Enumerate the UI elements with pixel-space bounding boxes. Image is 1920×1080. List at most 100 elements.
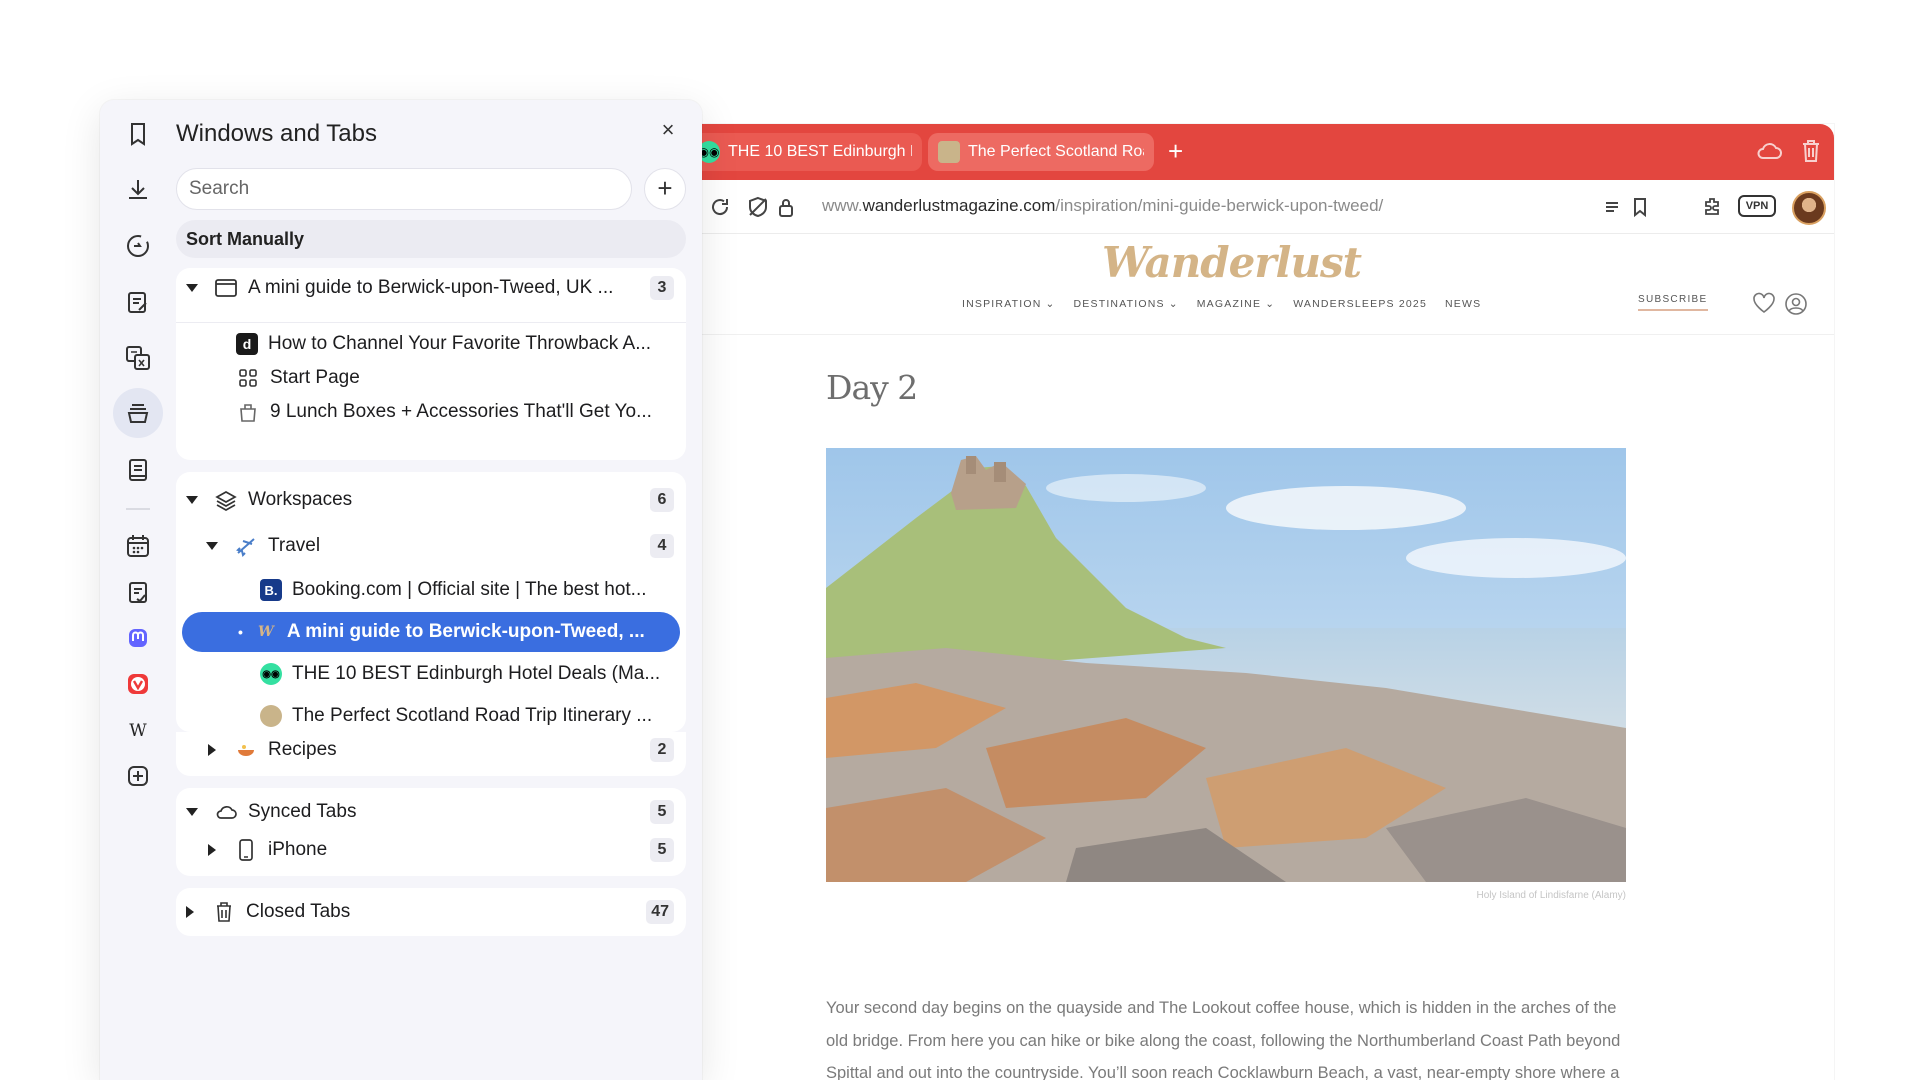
search-input[interactable] — [189, 178, 619, 200]
tab-item[interactable]: ◉◉ THE 10 BEST Edinburgh Hotel Deals (Ma… — [176, 654, 686, 694]
downloads-panel-icon[interactable] — [118, 170, 158, 210]
tab-scotland-road-trip[interactable]: The Perfect Scotland Roac — [928, 133, 1154, 171]
lock-icon[interactable] — [774, 195, 798, 219]
url-prefix: www. — [822, 196, 863, 215]
tab-item-label: 9 Lunch Boxes + Accessories That'll Get … — [270, 401, 652, 422]
scotland-landscape-icon — [938, 141, 960, 163]
tab-label: The Perfect Scotland Roac — [968, 143, 1144, 160]
trash-icon — [212, 900, 236, 924]
closed-tabs-label: Closed Tabs — [246, 901, 351, 922]
window-group-header[interactable]: A mini guide to Berwick-upon-Tweed, UK .… — [176, 268, 686, 308]
workspace-recipes-count: 2 — [650, 738, 674, 762]
heart-icon[interactable] — [1752, 292, 1776, 314]
wanderlust-icon: W — [258, 624, 274, 640]
new-tab-button[interactable]: + — [1168, 138, 1183, 164]
chevron-down-icon[interactable] — [186, 808, 198, 816]
address-bar: www.wanderlustmagazine.com/inspiration/m… — [692, 180, 1834, 234]
account-icon[interactable] — [1784, 292, 1808, 316]
chevron-down-icon[interactable] — [206, 542, 218, 550]
vivaldi-icon[interactable] — [118, 664, 158, 704]
synced-device-label: iPhone — [268, 839, 328, 860]
close-icon[interactable]: × — [658, 119, 678, 141]
workspaces-header[interactable]: Workspaces 6 — [176, 480, 686, 520]
section-heading: Day 2 — [826, 368, 918, 407]
nav-magazine[interactable]: MAGAZINE — [1197, 298, 1261, 310]
chevron-right-icon[interactable] — [186, 906, 194, 918]
chevron-right-icon[interactable] — [208, 844, 216, 856]
closed-tabs-header[interactable]: Closed Tabs 47 — [176, 892, 686, 932]
tab-item-label: How to Channel Your Favorite Throwback A… — [268, 333, 652, 354]
synced-device-iphone[interactable]: iPhone 5 — [176, 830, 686, 870]
windows-panel-icon[interactable] — [113, 388, 163, 438]
bookmark-icon[interactable] — [1628, 195, 1652, 219]
lunchbox-icon — [236, 400, 260, 424]
tab-item[interactable]: 9 Lunch Boxes + Accessories That'll Get … — [176, 392, 686, 432]
chevron-down-icon[interactable] — [186, 496, 198, 504]
hero-image — [826, 448, 1626, 882]
cloud-icon[interactable] — [1756, 140, 1782, 162]
tab-item-selected[interactable]: • W A mini guide to Berwick-upon-Tweed, … — [182, 612, 680, 652]
add-web-panel-icon[interactable] — [118, 756, 158, 796]
site-logo[interactable]: Wanderlust — [1102, 238, 1362, 287]
tab-edinburgh-hotels[interactable]: ◉◉ THE 10 BEST Edinburgh H — [692, 133, 922, 171]
tasks-panel-icon[interactable] — [118, 572, 158, 612]
workspace-travel[interactable]: Travel 4 — [176, 526, 686, 566]
notes-panel-icon[interactable] — [118, 282, 158, 322]
reader-view-icon[interactable] — [1600, 195, 1624, 219]
tab-item[interactable]: B. Booking.com | Official site | The bes… — [176, 570, 686, 610]
translate-panel-icon[interactable] — [118, 338, 158, 378]
extensions-icon[interactable] — [1700, 195, 1724, 219]
header-divider — [692, 334, 1834, 335]
tab-label: THE 10 BEST Edinburgh H — [728, 143, 912, 160]
workspace-recipes[interactable]: Recipes 2 — [176, 730, 686, 770]
nav-inspiration[interactable]: INSPIRATION — [962, 298, 1042, 310]
reload-icon[interactable] — [708, 195, 732, 219]
vpn-button[interactable]: VPN — [1738, 195, 1776, 217]
search-field[interactable] — [176, 168, 632, 210]
cloud-icon — [214, 800, 238, 824]
reading-list-panel-icon[interactable] — [118, 450, 158, 490]
sidebar-separator — [126, 508, 150, 510]
phone-icon — [234, 838, 258, 862]
tab-item-label: A mini guide to Berwick-upon-Tweed, ... — [286, 621, 645, 642]
synced-tabs-header[interactable]: Synced Tabs 5 — [176, 792, 686, 832]
history-panel-icon[interactable] — [118, 226, 158, 266]
subscribe-link[interactable]: SUBSCRIBE — [1638, 294, 1708, 311]
chevron-down-icon[interactable] — [186, 284, 198, 292]
workspaces-card-continued: Recipes 2 — [176, 732, 686, 776]
window-group-card: A mini guide to Berwick-upon-Tweed, UK .… — [176, 268, 686, 460]
tracker-blocker-icon[interactable] — [746, 195, 770, 219]
tab-item-label: Booking.com | Official site | The best h… — [292, 579, 647, 600]
tripadvisor-icon: ◉◉ — [260, 663, 282, 685]
synced-device-count: 5 — [650, 838, 674, 862]
mastodon-icon[interactable] — [118, 618, 158, 658]
scotland-landscape-icon — [260, 705, 282, 727]
profile-avatar[interactable] — [1792, 191, 1826, 225]
synced-tabs-count: 5 — [650, 800, 674, 824]
url-domain: wanderlustmagazine.com — [862, 196, 1056, 215]
active-dot-icon: • — [238, 624, 243, 640]
chevron-right-icon[interactable] — [208, 744, 216, 756]
wikipedia-icon[interactable]: W — [118, 710, 158, 750]
add-window-button[interactable]: + — [644, 168, 686, 210]
nav-destinations[interactable]: DESTINATIONS — [1074, 298, 1165, 310]
web-page: Wanderlust INSPIRATION ⌄ DESTINATIONS ⌄ MA… — [692, 234, 1834, 1080]
workspaces-count: 6 — [650, 488, 674, 512]
nav-wandersleeps[interactable]: WANDERSLEEPS 2025 — [1293, 298, 1427, 310]
booking-icon: B. — [260, 579, 282, 601]
start-page-grid-icon — [236, 366, 260, 390]
bookmarks-panel-icon[interactable] — [118, 114, 158, 154]
synced-tabs-label: Synced Tabs — [248, 801, 357, 822]
svg-text:W: W — [129, 721, 147, 741]
airplane-icon — [234, 534, 258, 558]
url-path: /inspiration/mini-guide-berwick-upon-twe… — [1055, 196, 1384, 215]
calendar-panel-icon[interactable] — [118, 526, 158, 566]
nav-news[interactable]: NEWS — [1445, 298, 1481, 310]
tab-item-label: Start Page — [270, 367, 360, 388]
trash-icon[interactable] — [1800, 138, 1822, 164]
site-nav: INSPIRATION ⌄ DESTINATIONS ⌄ MAGAZINE ⌄ WAN… — [962, 298, 1482, 310]
sort-selector[interactable]: Sort Manually — [176, 220, 686, 258]
closed-tabs-card: Closed Tabs 47 — [176, 888, 686, 936]
url-field[interactable]: www.wanderlustmagazine.com/inspiration/m… — [822, 196, 1383, 216]
workspace-travel-count: 4 — [650, 534, 674, 558]
